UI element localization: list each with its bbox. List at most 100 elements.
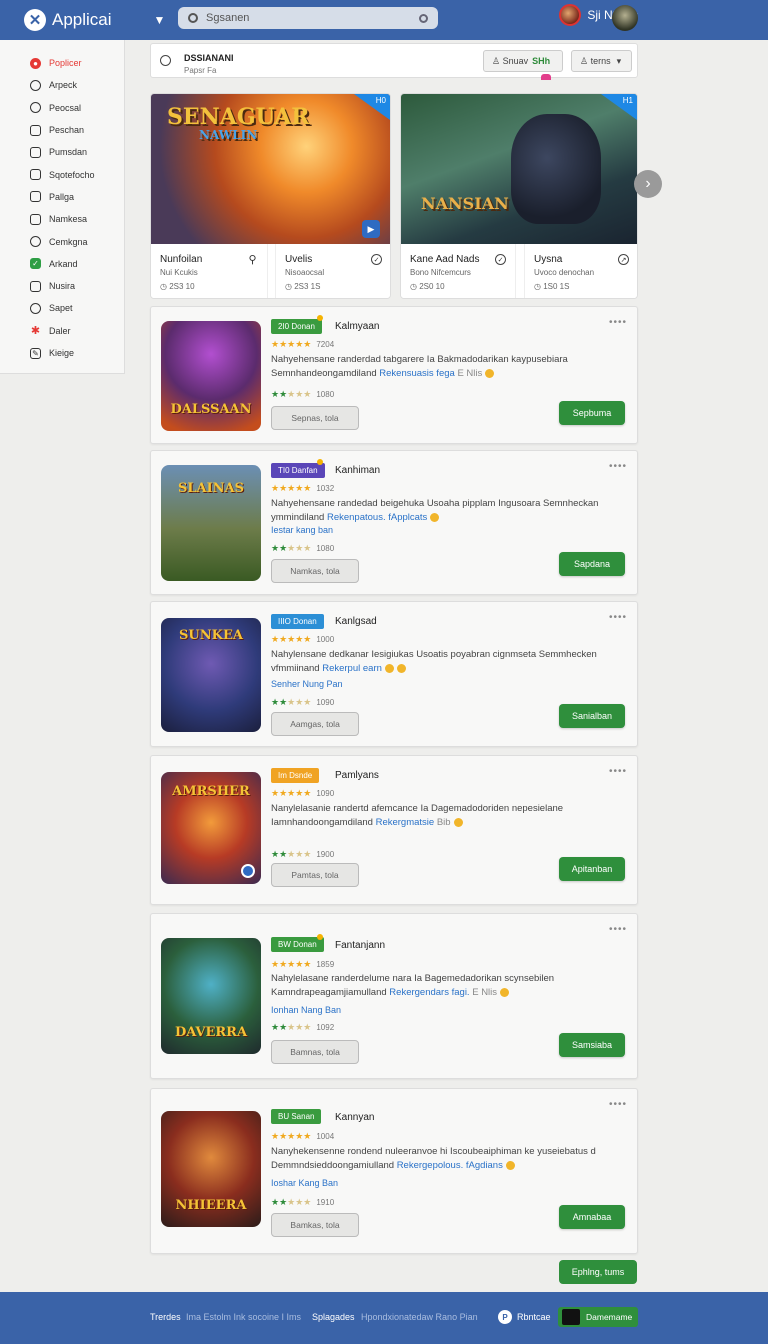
- sidebar-item-namkesa[interactable]: Namkesa: [0, 208, 124, 230]
- star-rating: ★★★★★ 1090: [271, 788, 335, 798]
- more-menu-icon[interactable]: ••••: [609, 461, 627, 472]
- featured-item[interactable]: Uvelis Nisoaocsal ◷ 2S3 1S ✓: [275, 244, 390, 298]
- app-logo[interactable]: ✕ Applicai: [24, 9, 112, 31]
- more-link[interactable]: Ioshar Kang Ban: [271, 1178, 338, 1188]
- sidebar-item-pallga[interactable]: Pallga: [0, 186, 124, 208]
- puzzle-icon: [30, 191, 41, 203]
- details-button[interactable]: Sepnas, tola: [271, 406, 359, 430]
- more-link[interactable]: Iestar kang ban: [271, 525, 333, 535]
- game-card[interactable]: NHIEERA BU Sanan Kannyan •••• ★★★★★ 1004 …: [150, 1088, 638, 1254]
- sidebar-item-daler[interactable]: ✱ Daler: [0, 320, 124, 342]
- details-button[interactable]: Aamgas, tola: [271, 712, 359, 736]
- secondary-count: 1080: [316, 390, 335, 399]
- install-button[interactable]: Sanialban: [559, 704, 625, 728]
- install-button[interactable]: Sepbuma: [559, 401, 625, 425]
- install-button[interactable]: Samsiaba: [559, 1033, 625, 1057]
- secondary-count: 1080: [316, 544, 335, 553]
- sidebar-item-sqotefocho[interactable]: Sqotefocho: [0, 163, 124, 185]
- sidebar-item-cemkgna[interactable]: Cemkgna: [0, 230, 124, 252]
- sidebar-item-label: Arpeck: [49, 80, 78, 91]
- sports-icon: [30, 169, 41, 181]
- sidebar-item-arkand[interactable]: ✓ Arkand: [0, 253, 124, 275]
- carousel-next-button[interactable]: ›: [634, 170, 662, 198]
- sidebar-item-peocsal[interactable]: Peocsal: [0, 97, 124, 119]
- desc-link[interactable]: Rekensuasis fega: [379, 368, 455, 379]
- details-button[interactable]: Bamnas, tola: [271, 1040, 359, 1064]
- featured-card[interactable]: SENAGUAR NAWLIN H0 ▶ Nunfoilan Nui Kcuki…: [150, 93, 391, 299]
- sidebar-item-pumsdan[interactable]: Pumsdan: [0, 141, 124, 163]
- more-menu-icon[interactable]: ••••: [609, 317, 627, 328]
- footer-link[interactable]: Splagades: [312, 1312, 355, 1322]
- sort-chip[interactable]: ♙ Snuav SHh: [483, 50, 563, 72]
- game-card[interactable]: DALSSAAN 2I0 Donan Kalmyaan •••• ★★★★★ 72…: [150, 306, 638, 444]
- secondary-count: 1910: [316, 1198, 335, 1207]
- details-button[interactable]: Bamkas, tola: [271, 1213, 359, 1237]
- sidebar-item-peschan[interactable]: Peschan: [0, 119, 124, 141]
- filter-dropdown[interactable]: ♙ terns ▾: [571, 50, 632, 72]
- more-menu-icon[interactable]: ••••: [609, 766, 627, 777]
- featured-card[interactable]: NANSIAN H1 Kane Aad Nads Bono Nifcemcurs…: [400, 93, 638, 299]
- install-button[interactable]: Sapdana: [559, 552, 625, 576]
- game-card[interactable]: AMRSHER Im Dsnde Pamlyans •••• ★★★★★ 1090…: [150, 755, 638, 905]
- desc-link[interactable]: Rekergepolous. fAgdians: [397, 1160, 503, 1171]
- footer-link[interactable]: Ima Estolm Ink socoine I Ims: [186, 1312, 301, 1322]
- install-button[interactable]: Apitanban: [559, 857, 625, 881]
- secondary-avatar[interactable]: [612, 5, 638, 31]
- footer-link[interactable]: Hpondxionatedaw Rano Pian: [361, 1312, 478, 1322]
- chevron-down-icon[interactable]: ▼: [154, 13, 166, 27]
- game-thumbnail[interactable]: SUNKEA: [161, 618, 261, 732]
- desc-link[interactable]: Rekenpatous. fApplcats: [327, 512, 427, 523]
- check-circle-icon[interactable]: ✓: [371, 254, 382, 265]
- search-placeholder: Sgsanen: [206, 12, 250, 24]
- more-link[interactable]: Senher Nung Pan: [271, 679, 343, 689]
- details-button[interactable]: Pamtas, tola: [271, 863, 359, 887]
- desc-link[interactable]: Rekerpul earn: [322, 663, 382, 674]
- more-menu-icon[interactable]: ••••: [609, 1099, 627, 1110]
- secondary-count: 1090: [316, 698, 335, 707]
- search-submit-icon[interactable]: [419, 13, 428, 23]
- featured-badge: H1: [601, 94, 637, 120]
- sidebar-item-sapet[interactable]: Sapet: [0, 297, 124, 319]
- sidebar-item-nusira[interactable]: Nusira: [0, 275, 124, 297]
- game-thumbnail[interactable]: DAVERRA: [161, 938, 261, 1054]
- sidebar-item-arpeck[interactable]: Arpeck: [0, 74, 124, 96]
- featured-meta: Kane Aad Nads Bono Nifcemcurs ◷ 2S0 10 ✓…: [401, 244, 637, 298]
- sidebar-item-kieige[interactable]: ✎ Kieige: [0, 342, 124, 364]
- thumbnail-title: DAVERRA: [174, 1025, 248, 1040]
- desc-link[interactable]: Rekergendars fagi.: [389, 987, 469, 998]
- search-input[interactable]: Sgsanen: [178, 7, 438, 29]
- sidebar-item-label: Sqotefocho: [49, 169, 95, 180]
- featured-item[interactable]: Kane Aad Nads Bono Nifcemcurs ◷ 2S0 10 ✓: [401, 244, 516, 298]
- item-stat: ◷ 2S0 10: [410, 282, 445, 291]
- search-icon[interactable]: [160, 55, 171, 66]
- check-circle-icon[interactable]: ✓: [495, 254, 506, 265]
- sidebar-item-label: Kieige: [49, 348, 75, 358]
- chip-label: terns: [590, 56, 611, 66]
- desc-link[interactable]: Rekergmatsie: [376, 817, 435, 828]
- sidebar-item-poplicer[interactable]: ● Poplicer: [0, 52, 124, 74]
- game-thumbnail[interactable]: SLAINAS: [161, 465, 261, 581]
- footer-link[interactable]: Trerdes: [150, 1312, 181, 1322]
- game-card[interactable]: DAVERRA BW Donan Fantanjann •••• ★★★★★ 18…: [150, 913, 638, 1079]
- more-menu-icon[interactable]: ••••: [609, 612, 627, 623]
- load-more-button[interactable]: Ephlng, tums: [559, 1260, 637, 1284]
- game-card[interactable]: SUNKEA IIIO Donan Kanlgsad •••• ★★★★★ 100…: [150, 601, 638, 747]
- pin-icon[interactable]: ⚲: [247, 254, 258, 266]
- game-thumbnail[interactable]: NHIEERA: [161, 1111, 261, 1227]
- more-link[interactable]: Ionhan Nang Ban: [271, 1005, 341, 1015]
- play-icon[interactable]: ▶: [362, 220, 380, 238]
- compass-icon[interactable]: ↗: [618, 254, 629, 265]
- game-card[interactable]: SLAINAS TI0 Danfan Kanhiman •••• ★★★★★ 10…: [150, 450, 638, 595]
- game-thumbnail[interactable]: AMRSHER: [161, 772, 261, 884]
- game-thumbnail[interactable]: DALSSAAN: [161, 321, 261, 431]
- featured-item[interactable]: Uysna Uvoco denochan ◷ 1S0 1S ↗: [524, 244, 637, 298]
- featured-art-subtitle: NAWLIN: [199, 128, 258, 142]
- footer-app-button[interactable]: Damemame: [558, 1307, 638, 1327]
- featured-item[interactable]: Nunfoilan Nui Kcukis ◷ 2S3 10 ⚲: [151, 244, 268, 298]
- footer-link[interactable]: Rbntcae: [517, 1312, 551, 1322]
- game-description: Nanyhekensenne rondend nuleeranvoe hi Is…: [271, 1145, 626, 1173]
- install-button[interactable]: Amnabaa: [559, 1205, 625, 1229]
- more-menu-icon[interactable]: ••••: [609, 924, 627, 935]
- stat-value: 1S0 1S: [543, 282, 570, 291]
- details-button[interactable]: Namkas, tola: [271, 559, 359, 583]
